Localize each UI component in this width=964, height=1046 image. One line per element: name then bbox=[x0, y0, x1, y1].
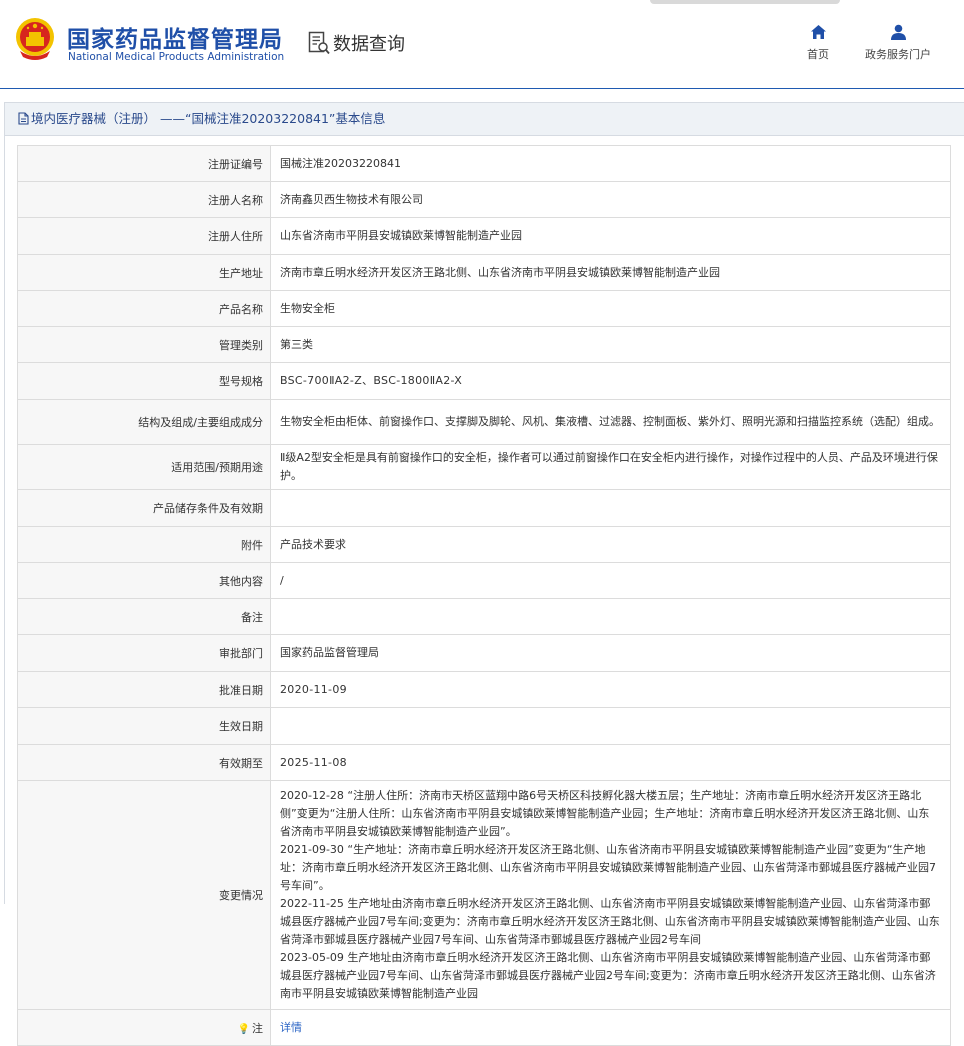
row-value bbox=[270, 598, 951, 635]
row-label: 生产地址 bbox=[17, 254, 271, 291]
table-row: 审批部门 国家药品监督管理局 bbox=[17, 634, 951, 672]
note-label: 注 bbox=[252, 1021, 263, 1035]
row-value: 济南市章丘明水经济开发区济王路北侧、山东省济南市平阴县安城镇欧莱博智能制造产业园 bbox=[270, 254, 951, 291]
panel-title-bar: 境内医疗器械（注册） ——“国械注准20203220841”基本信息 bbox=[5, 103, 964, 136]
note-value-cell: 详情 bbox=[270, 1009, 951, 1046]
row-label: 注册人名称 bbox=[17, 181, 271, 218]
row-value bbox=[270, 707, 951, 745]
site-header: 国家药品监督管理局 National Medical Products Admi… bbox=[0, 0, 964, 89]
table-row: 产品名称 生物安全柜 bbox=[17, 290, 951, 327]
row-value: 国械注准20203220841 bbox=[270, 145, 951, 182]
row-label: 批准日期 bbox=[17, 671, 271, 708]
row-value: / bbox=[270, 562, 951, 599]
row-label: 型号规格 bbox=[17, 362, 271, 400]
row-value: BSC-700ⅡA2-Z、BSC-1800ⅡA2-X bbox=[270, 362, 951, 400]
panel-title: 境内医疗器械（注册） ——“国械注准20203220841”基本信息 bbox=[31, 111, 386, 126]
national-emblem-icon bbox=[16, 18, 54, 60]
row-label: 产品储存条件及有效期 bbox=[17, 489, 271, 527]
row-value: 2020-11-09 bbox=[270, 671, 951, 708]
row-value: 产品技术要求 bbox=[270, 526, 951, 563]
change-entry: 2022-11-25 生产地址由济南市章丘明水经济开发区济王路北侧、山东省济南市… bbox=[280, 897, 940, 946]
nav-home-label: 首页 bbox=[807, 48, 829, 61]
row-label: 附件 bbox=[17, 526, 271, 563]
table-row: 注册证编号 国械注准20203220841 bbox=[17, 145, 951, 182]
data-query-title: 数据查询 bbox=[333, 34, 405, 55]
row-label: 生效日期 bbox=[17, 707, 271, 745]
nav-home[interactable]: 首页 bbox=[800, 24, 836, 62]
org-name-cn: 国家药品监督管理局 bbox=[67, 27, 283, 53]
bulb-icon: 💡 bbox=[237, 1023, 250, 1035]
table-row: 管理类别 第三类 bbox=[17, 326, 951, 363]
row-value: 2025-11-08 bbox=[270, 744, 951, 781]
row-label: 管理类别 bbox=[17, 326, 271, 363]
table-row-changes: 变更情况 2020-12-28 “注册人住所：济南市天桥区蓝翔中路6号天桥区科技… bbox=[17, 780, 951, 1010]
row-label: 产品名称 bbox=[17, 290, 271, 327]
row-label: 变更情况 bbox=[17, 780, 271, 1010]
registration-info-table: 注册证编号 国械注准20203220841 注册人名称 济南鑫贝西生物技术有限公… bbox=[17, 145, 951, 1046]
nav-portal-label: 政务服务门户 bbox=[865, 48, 931, 61]
table-row: 备注 bbox=[17, 598, 951, 635]
table-row: 其他内容 / bbox=[17, 562, 951, 599]
row-value: Ⅱ级A2型安全柜是具有前窗操作口的安全柜，操作者可以通过前窗操作口在安全柜内进行… bbox=[270, 444, 951, 490]
table-row: 注册人名称 济南鑫贝西生物技术有限公司 bbox=[17, 181, 951, 218]
details-link[interactable]: 详情 bbox=[280, 1021, 302, 1034]
row-label: 结构及组成/主要组成成分 bbox=[17, 399, 271, 445]
row-value: 济南鑫贝西生物技术有限公司 bbox=[270, 181, 951, 218]
row-value: 山东省济南市平阴县安城镇欧莱博智能制造产业园 bbox=[270, 217, 951, 255]
document-icon bbox=[18, 112, 29, 125]
table-row: 有效期至 2025-11-08 bbox=[17, 744, 951, 781]
header-shadow bbox=[650, 0, 840, 4]
change-entry: 2021-09-30 “生产地址：济南市章丘明水经济开发区济王路北侧、山东省济南… bbox=[280, 843, 936, 892]
row-label: 注册人住所 bbox=[17, 217, 271, 255]
row-label: 适用范围/预期用途 bbox=[17, 444, 271, 490]
home-icon bbox=[810, 25, 826, 39]
row-label: 注册证编号 bbox=[17, 145, 271, 182]
table-row: 生效日期 bbox=[17, 707, 951, 745]
table-row-note: 💡 注 详情 bbox=[17, 1009, 951, 1046]
table-row: 批准日期 2020-11-09 bbox=[17, 671, 951, 708]
row-label: 备注 bbox=[17, 598, 271, 635]
row-label: 有效期至 bbox=[17, 744, 271, 781]
row-label: 审批部门 bbox=[17, 634, 271, 672]
row-value: 国家药品监督管理局 bbox=[270, 634, 951, 672]
user-icon bbox=[890, 24, 906, 40]
table-row: 注册人住所 山东省济南市平阴县安城镇欧莱博智能制造产业园 bbox=[17, 217, 951, 255]
change-history: 2020-12-28 “注册人住所：济南市天桥区蓝翔中路6号天桥区科技孵化器大楼… bbox=[270, 780, 951, 1010]
nav-service-portal[interactable]: 政务服务门户 bbox=[860, 24, 936, 62]
table-row: 型号规格 BSC-700ⅡA2-Z、BSC-1800ⅡA2-X bbox=[17, 362, 951, 400]
change-entry: 2023-05-09 生产地址由济南市章丘明水经济开发区济王路北侧、山东省济南市… bbox=[280, 951, 936, 1000]
row-value: 生物安全柜由柜体、前窗操作口、支撑脚及脚轮、风机、集液槽、过滤器、控制面板、紫外… bbox=[270, 399, 951, 445]
row-label: 💡 注 bbox=[17, 1009, 271, 1046]
row-label: 其他内容 bbox=[17, 562, 271, 599]
search-document-icon bbox=[308, 31, 330, 55]
table-row: 结构及组成/主要组成成分 生物安全柜由柜体、前窗操作口、支撑脚及脚轮、风机、集液… bbox=[17, 399, 951, 445]
table-row: 生产地址 济南市章丘明水经济开发区济王路北侧、山东省济南市平阴县安城镇欧莱博智能… bbox=[17, 254, 951, 291]
row-value: 生物安全柜 bbox=[270, 290, 951, 327]
org-name-en: National Medical Products Administration bbox=[68, 51, 285, 63]
table-row: 产品储存条件及有效期 bbox=[17, 489, 951, 527]
table-row: 适用范围/预期用途 Ⅱ级A2型安全柜是具有前窗操作口的安全柜，操作者可以通过前窗… bbox=[17, 444, 951, 490]
row-value bbox=[270, 489, 951, 527]
row-value: 第三类 bbox=[270, 326, 951, 363]
table-row: 附件 产品技术要求 bbox=[17, 526, 951, 563]
detail-panel: 境内医疗器械（注册） ——“国械注准20203220841”基本信息 注册证编号… bbox=[4, 102, 964, 1046]
change-entry: 2020-12-28 “注册人住所：济南市天桥区蓝翔中路6号天桥区科技孵化器大楼… bbox=[280, 789, 930, 838]
